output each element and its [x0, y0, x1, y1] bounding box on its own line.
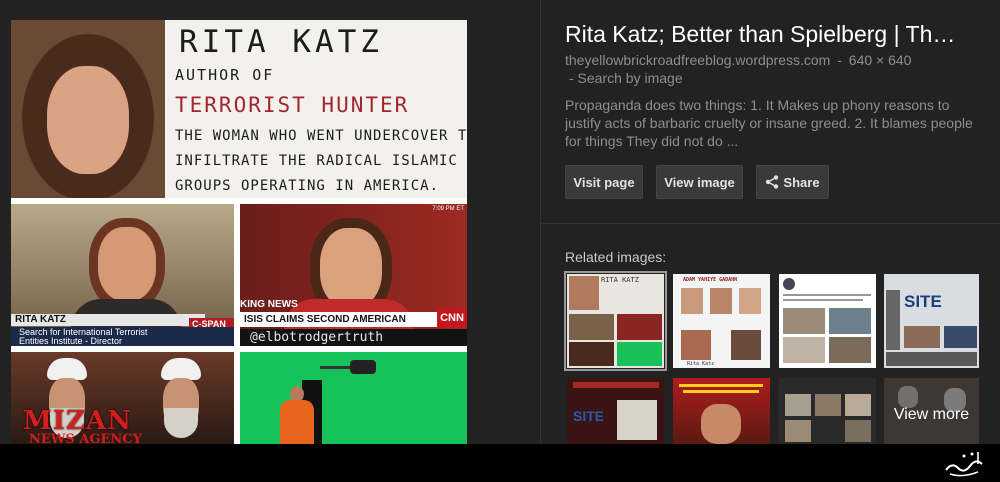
description-line: for things They did not do ...	[565, 133, 739, 149]
collage-cnn-panel: 7:09 PM ET KING NEWS ISIS CLAIMS SECOND …	[240, 204, 467, 346]
description-line: justify acts of barbaric cruelty or insa…	[565, 115, 973, 131]
related-thumbnail[interactable]: SITE	[567, 378, 664, 444]
panel-divider	[540, 0, 541, 444]
cnn-timestamp: 7:09 PM ET	[432, 206, 464, 212]
thumb-portrait	[569, 276, 599, 310]
thumb-photo	[681, 288, 703, 314]
collage-top-panel: RITA KATZ AUTHOR OF TERRORIST HUNTER THE…	[11, 20, 467, 198]
visit-page-button[interactable]: Visit page	[565, 165, 643, 199]
thumb-strip	[886, 290, 900, 350]
thumb-photo	[783, 308, 825, 334]
speaker-face	[89, 218, 165, 310]
image-dimensions: 640 × 640	[848, 52, 912, 68]
mizan-logo-sub: NEWS AGENCY	[29, 432, 142, 444]
source-line: theyellowbrickroadfreeblog.wordpress.com…	[565, 52, 1000, 68]
preview-image[interactable]: RITA KATZ AUTHOR OF TERRORIST HUNTER THE…	[11, 20, 467, 444]
related-thumbnail[interactable]: SITE	[884, 274, 979, 368]
thumb-photo	[617, 400, 657, 440]
thumb-panel	[569, 342, 614, 366]
thumb-panel	[617, 342, 662, 366]
thumb-caption: RITA KATZ	[601, 276, 639, 284]
thumb-banner	[573, 382, 659, 388]
collage-author-of: AUTHOR OF	[175, 66, 275, 84]
site-logo: SITE	[573, 408, 605, 424]
thumb-text-line	[783, 299, 863, 301]
search-by-image-link[interactable]: - Search by image	[569, 70, 1000, 86]
thumb-photo	[731, 330, 761, 360]
figure-beard	[164, 408, 198, 438]
collage-cspan-panel: RITA KATZ C-SPAN 2 Search for Internatio…	[11, 204, 234, 346]
avatar	[783, 278, 795, 290]
thumb-text-line	[683, 390, 759, 393]
site-logo: SITE	[904, 292, 942, 311]
thumb-photo	[739, 288, 761, 314]
thumb-photo	[944, 326, 977, 348]
source-domain[interactable]: theyellowbrickroadfreeblog.wordpress.com	[565, 52, 830, 68]
thumb-text-line	[679, 384, 763, 387]
cspan-subtitle-line: Entities Institute - Director	[19, 336, 123, 346]
related-thumbnail-selected[interactable]: RITA KATZ	[564, 271, 667, 371]
thumb-caption: Rita Katz	[687, 361, 715, 367]
image-result-panel: RITA KATZ AUTHOR OF TERRORIST HUNTER THE…	[0, 0, 1000, 444]
section-divider	[541, 223, 1000, 224]
result-description: Propaganda does two things: 1. It Makes …	[565, 96, 1000, 150]
figure-turban	[161, 358, 201, 380]
cnn-breaking-label: KING NEWS	[240, 299, 298, 310]
portrait-face	[47, 66, 129, 174]
share-button[interactable]: Share	[756, 165, 829, 199]
collage-handle: @elbotrodgertruth	[240, 329, 467, 346]
figure-orange	[280, 400, 314, 444]
thumb-strip	[886, 352, 977, 366]
arabic-calligraphy-logo-icon	[945, 452, 983, 477]
collage-name: RITA KATZ	[179, 24, 383, 60]
related-images-label: Related images:	[565, 249, 667, 265]
cspan-name-caption: RITA KATZ	[11, 314, 205, 326]
thumb-text-line	[783, 294, 871, 296]
thumb-photo	[785, 394, 811, 416]
view-more-label: View more	[893, 406, 970, 423]
thumb-panel	[569, 314, 614, 340]
description-line: Propaganda does two things: 1. It Makes …	[565, 97, 950, 113]
related-thumbnail[interactable]	[673, 378, 770, 444]
portrait-photo	[11, 20, 165, 198]
collage-book-title: TERRORIST HUNTER	[175, 93, 410, 117]
thumb-caption: ADAM YAHIYE GADAHN	[683, 277, 738, 283]
thumb-photo	[845, 394, 871, 416]
collage-desc-line: GROUPS OPERATING IN AMERICA.	[175, 178, 440, 194]
related-thumbnail[interactable]	[779, 274, 876, 368]
cnn-headline: ISIS CLAIMS SECOND AMERICAN BEHEADED	[240, 312, 439, 340]
cnn-logo: CNN	[437, 308, 467, 328]
thumb-photo	[681, 330, 711, 360]
bottom-bar	[0, 444, 1000, 482]
collage-green-screen-panel	[240, 352, 467, 444]
cspan-subtitle: Search for International Terrorist Entit…	[11, 327, 234, 346]
collage-desc-line: INFILTRATE THE RADICAL ISLAMIC	[175, 153, 458, 169]
thumb-photo	[815, 394, 841, 416]
view-image-button[interactable]: View image	[656, 165, 743, 199]
thumb-face	[701, 404, 741, 444]
camera-icon	[350, 360, 376, 374]
share-icon	[766, 175, 779, 189]
share-label: Share	[783, 175, 820, 190]
figure-turban	[47, 358, 87, 380]
thumb-photo	[829, 308, 871, 334]
source-separator: -	[837, 52, 842, 68]
thumb-photo	[845, 420, 871, 442]
thumb-photo	[904, 326, 940, 348]
thumb-photo	[829, 337, 871, 363]
collage-bottom-left-panel: MIZAN NEWS AGENCY	[11, 352, 234, 444]
collage-desc-line: THE WOMAN WHO WENT UNDERCOVER TO	[175, 128, 467, 144]
result-title[interactable]: Rita Katz; Better than Spielberg | Th…	[565, 20, 1000, 48]
thumb-photo	[710, 288, 732, 314]
related-thumbnail[interactable]	[779, 378, 876, 444]
thumb-panel	[617, 314, 662, 340]
thumb-photo	[783, 337, 825, 363]
related-thumbnail[interactable]: ADAM YAHIYE GADAHN Rita Katz	[673, 274, 770, 368]
view-more-thumbnail[interactable]: View more	[884, 378, 979, 444]
image-metadata: Rita Katz; Better than Spielberg | Th… t…	[565, 20, 1000, 150]
thumb-photo	[785, 420, 811, 442]
